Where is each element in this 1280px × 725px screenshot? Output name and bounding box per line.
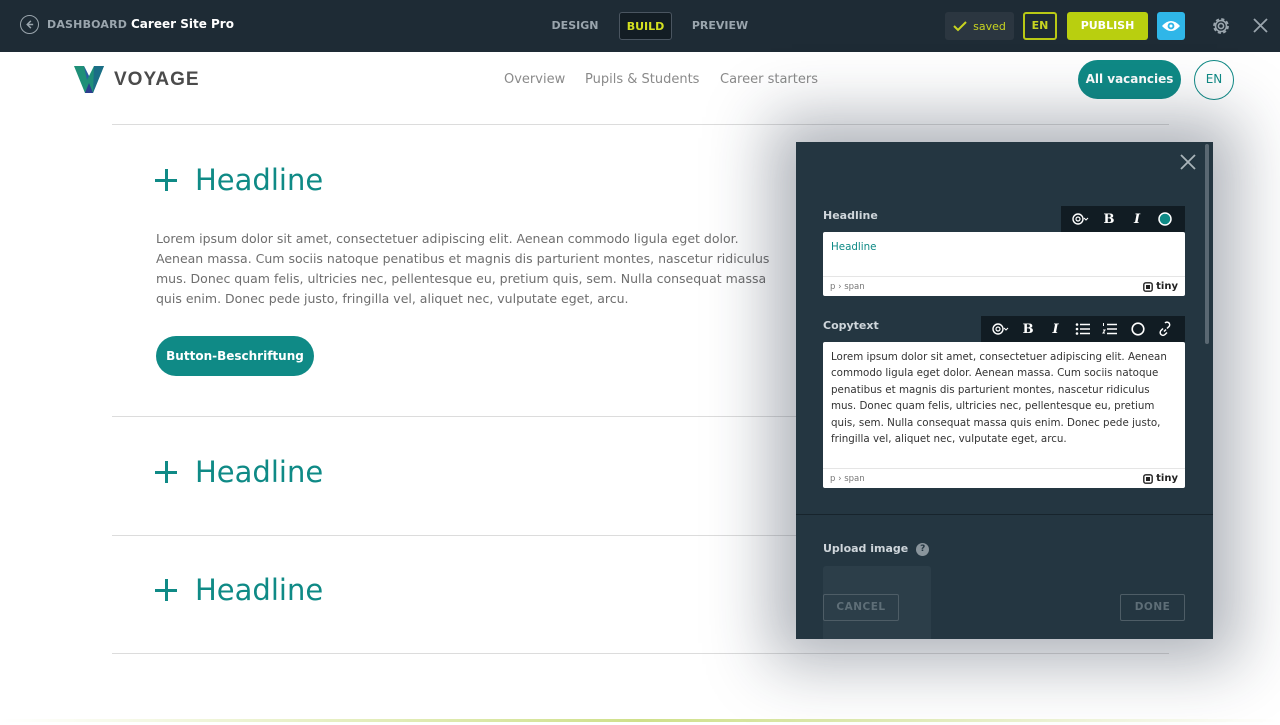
tiny-label: tiny xyxy=(1156,473,1178,484)
language-button[interactable]: EN xyxy=(1023,12,1057,40)
saved-label: saved xyxy=(973,19,1006,33)
upload-image-text: Upload image xyxy=(823,542,909,555)
mode-tab-design[interactable]: DESIGN xyxy=(546,12,604,40)
tiny-logo-icon xyxy=(1143,281,1154,292)
headline-editor[interactable]: Headline p › span tiny xyxy=(823,232,1185,296)
tiny-logo-icon xyxy=(1143,473,1154,484)
preview-eye-button[interactable] xyxy=(1157,12,1185,40)
accordion-item-1-copytext: Lorem ipsum dolor sit amet, consectetuer… xyxy=(156,231,770,306)
site-language-button[interactable]: EN xyxy=(1194,60,1234,100)
copytext-field-label: Copytext xyxy=(823,319,879,332)
footer-accent-line xyxy=(0,719,1280,722)
close-icon[interactable] xyxy=(1252,17,1269,34)
site-name: Career Site Pro xyxy=(131,17,234,31)
edit-panel: Headline B I Headline p › span tiny Copy… xyxy=(796,142,1213,639)
accordion-item-3-header[interactable]: Headline xyxy=(155,573,323,607)
plus-icon xyxy=(155,461,177,483)
bold-button[interactable]: B xyxy=(1018,319,1038,339)
all-vacancies-button[interactable]: All vacancies xyxy=(1078,60,1181,99)
headline-field-label: Headline xyxy=(823,209,878,222)
copytext-editor[interactable]: Lorem ipsum dolor sit amet, consectetuer… xyxy=(823,342,1185,488)
accordion-item-2-header[interactable]: Headline xyxy=(155,455,323,489)
help-icon[interactable]: ? xyxy=(916,542,930,556)
copytext-editor-statusbar: p › span tiny xyxy=(823,468,1185,488)
builder-topbar: DASHBOARD Career Site Pro DESIGN BUILD P… xyxy=(0,0,1280,52)
arrow-left-circle-icon xyxy=(20,15,39,34)
upload-image-label: Upload image? xyxy=(823,542,930,556)
voyage-logo-icon xyxy=(74,66,104,93)
headline-toolbar: B I xyxy=(1061,206,1185,232)
cancel-button[interactable]: CANCEL xyxy=(823,594,899,621)
color-circle-icon[interactable] xyxy=(1128,319,1148,339)
mode-tab-preview[interactable]: PREVIEW xyxy=(688,12,752,40)
copytext-toolbar: B I xyxy=(981,316,1185,342)
link-icon[interactable] xyxy=(1155,319,1175,339)
panel-divider xyxy=(796,514,1213,515)
bold-button[interactable]: B xyxy=(1099,209,1119,229)
gear-icon[interactable] xyxy=(1209,14,1233,38)
accordion-cta-button[interactable]: Button-Beschriftung xyxy=(156,336,314,376)
accordion-item-1-header[interactable]: Headline xyxy=(155,163,323,197)
close-icon[interactable] xyxy=(1179,153,1197,171)
plus-icon xyxy=(155,169,177,191)
dashboard-label: DASHBOARD xyxy=(47,18,128,31)
publish-button[interactable]: PUBLISH xyxy=(1067,12,1148,40)
italic-button[interactable]: I xyxy=(1127,209,1147,229)
headline-editor-statusbar: p › span tiny xyxy=(823,276,1185,296)
nav-overview[interactable]: Overview xyxy=(504,72,565,87)
tiny-branding[interactable]: tiny xyxy=(1143,281,1178,292)
openai-icon[interactable] xyxy=(991,319,1011,339)
plus-icon xyxy=(155,579,177,601)
divider xyxy=(112,124,1169,125)
nav-career-starters[interactable]: Career starters xyxy=(720,72,818,87)
openai-icon[interactable] xyxy=(1071,209,1091,229)
panel-scrollbar[interactable] xyxy=(1205,144,1209,344)
eye-icon xyxy=(1162,21,1180,31)
tiny-label: tiny xyxy=(1156,281,1178,292)
divider xyxy=(112,653,1169,654)
color-circle-icon[interactable] xyxy=(1155,209,1175,229)
accordion-item-1-title: Headline xyxy=(195,163,324,197)
mode-tab-build[interactable]: BUILD xyxy=(619,12,672,40)
dashboard-back-button[interactable]: DASHBOARD xyxy=(20,15,127,34)
element-path: p › span xyxy=(830,473,865,484)
logo-wordmark: VOYAGE xyxy=(114,68,200,90)
tiny-branding[interactable]: tiny xyxy=(1143,473,1178,484)
headline-editor-text[interactable]: Headline xyxy=(823,232,1185,262)
element-path: p › span xyxy=(830,281,865,292)
check-icon xyxy=(953,21,967,32)
bullet-list-icon[interactable] xyxy=(1073,319,1093,339)
accordion-item-3-title: Headline xyxy=(195,573,324,607)
copytext-editor-text[interactable]: Lorem ipsum dolor sit amet, consectetuer… xyxy=(823,342,1185,454)
done-button[interactable]: DONE xyxy=(1120,594,1185,621)
numbered-list-icon[interactable] xyxy=(1100,319,1120,339)
saved-status-badge: saved xyxy=(945,12,1014,40)
accordion-item-2-title: Headline xyxy=(195,455,324,489)
italic-button[interactable]: I xyxy=(1046,319,1066,339)
site-logo[interactable]: VOYAGE xyxy=(74,66,200,93)
nav-pupils-students[interactable]: Pupils & Students xyxy=(585,72,699,87)
